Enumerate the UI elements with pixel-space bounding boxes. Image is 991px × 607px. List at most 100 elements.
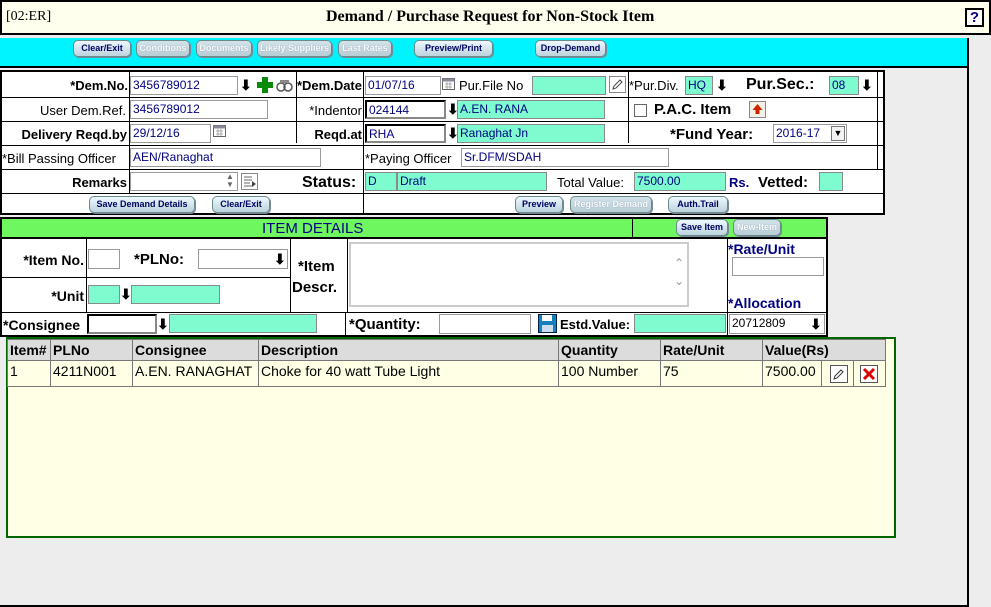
allocation-label: *Allocation [728,295,802,311]
table-row-plno: 4211N001 [51,361,133,387]
preview-button[interactable]: Preview [515,196,563,213]
save-demand-button[interactable]: Save Demand Details [89,196,195,213]
col-quantity: Quantity [559,340,661,361]
status-code-field: D [365,172,397,191]
status-label: Status: [302,174,357,191]
dem-no-input[interactable]: 3456789012 [130,76,238,95]
upload-icon[interactable] [749,101,766,118]
delivery-input[interactable]: 29/12/16 [130,124,211,143]
currency-label: Rs. [729,175,750,190]
remarks-expand-icon[interactable] [241,173,258,190]
auth-trail-button[interactable]: Auth.Trail [668,196,728,213]
indentor-dropdown-icon[interactable]: ⬇ [447,101,459,117]
add-icon[interactable] [257,77,273,93]
remarks-label: Remarks [72,175,127,190]
total-value-label: Total Value: [557,175,624,190]
unit-name-field [131,285,220,304]
item-no-input[interactable] [88,249,120,269]
new-item-button[interactable]: New-Item [733,219,781,236]
delete-row-icon[interactable] [860,365,878,383]
item-descr-label-1: *Item [298,258,335,275]
help-button[interactable]: ? [965,8,984,27]
items-table: Item# PLNo Consignee Description Quantit… [7,339,886,387]
allocation-dropdown-icon[interactable]: ⬇ [810,316,822,332]
unit-input[interactable] [88,285,120,304]
conditions-button[interactable]: Conditions [136,40,190,57]
pur-div-dropdown-icon[interactable]: ⬇ [716,77,728,93]
unit-dropdown-icon[interactable]: ⬇ [120,286,132,302]
pur-sec-label: Pur.Sec.: [746,76,815,93]
save-item-button[interactable]: Save Item [676,219,728,236]
dem-no-dropdown-icon[interactable]: ⬇ [240,77,252,93]
item-descr-label-2: Descr. [292,279,338,296]
consignee-dropdown-icon[interactable]: ⬇ [157,316,169,332]
view-icon[interactable] [276,77,293,93]
preview-print-button[interactable]: Preview/Print [414,40,493,57]
col-rate-unit: Rate/Unit [661,340,763,361]
bill-officer-input[interactable]: AEN/Ranaghat [130,148,321,167]
clear-exit-2-button[interactable]: Clear/Exit [212,196,270,213]
save-disk-icon[interactable] [538,314,557,333]
indentor-name-field: A.EN. RANA [457,100,605,119]
pur-sec-input[interactable]: 08 [829,76,859,95]
estd-value-field [634,314,726,333]
user-dem-ref-label: User Dem.Ref. [40,103,126,118]
last-rates-button[interactable]: Last Rates [338,40,392,57]
bill-officer-label: *Bill Passing Officer [2,151,116,166]
register-demand-button[interactable]: Register Demand [570,196,652,213]
scroll-strip[interactable] [967,38,991,607]
pur-file-label: Pur.File No [459,78,524,93]
edit-icon[interactable] [609,76,626,93]
reqd-at-label: Reqd.at [314,127,362,142]
pac-checkbox[interactable] [634,104,647,117]
estd-value-label: Estd.Value: [560,317,631,332]
rate-unit-input[interactable] [732,257,824,276]
documents-button[interactable]: Documents [196,40,252,57]
fund-year-label: *Fund Year: [670,126,754,143]
unit-label: *Unit [51,288,84,304]
drop-demand-button[interactable]: Drop-Demand [535,40,606,57]
plno-dropdown-icon[interactable]: ⬇ [274,251,286,267]
remarks-input[interactable] [130,172,238,191]
table-row-rate: 75 [661,361,763,387]
likely-suppliers-button[interactable]: Likely Suppliers [257,40,332,57]
indentor-code-input[interactable]: 024144 [365,100,446,119]
table-row-value: 7500.00 [763,361,822,387]
clear-exit-button[interactable]: Clear/Exit [73,40,131,57]
item-no-label: *Item No. [23,252,84,268]
dem-no-label: *Dem.No. [70,78,128,93]
col-item-no: Item# [8,340,51,361]
user-dem-ref-input[interactable]: 3456789012 [130,100,268,119]
table-row-quantity: 100 Number [559,361,661,387]
fund-year-select[interactable]: 2016-17 ▼ [773,124,847,143]
window-code: [02:ER] [6,9,52,24]
pur-sec-dropdown-icon[interactable]: ⬇ [861,77,873,93]
descr-scroll-icon[interactable]: ⌃ ⌄ [672,254,686,294]
reqd-at-code-input[interactable]: RHA [365,124,446,143]
chevron-down-icon: ▼ [831,126,845,141]
col-plno: PLNo [51,340,133,361]
quantity-input[interactable] [439,314,531,334]
consignee-label: *Consignee [3,317,81,333]
consignee-name-field [169,314,317,333]
edit-row-icon[interactable] [830,365,848,383]
col-description: Description [259,340,559,361]
delivery-label: Delivery Reqd.by [21,127,128,142]
remarks-spinner-icon[interactable]: ▲ ▼ [224,173,236,190]
paying-officer-label: *Paying Officer [365,151,452,166]
pur-div-input[interactable]: HQ [685,76,713,95]
item-details-title: ITEM DETAILS [262,220,364,237]
consignee-input[interactable] [87,314,157,334]
rate-unit-label: *Rate/Unit [728,241,795,257]
dem-date-input[interactable]: 01/07/16 [365,76,441,95]
table-row-description: Choke for 40 watt Tube Light [259,361,559,387]
reqd-at-dropdown-icon[interactable]: ⬇ [447,125,459,141]
vetted-label: Vetted: [758,174,809,191]
paying-officer-input[interactable]: Sr.DFM/SDAH [461,148,669,167]
col-consignee: Consignee [133,340,259,361]
item-descr-textarea[interactable] [349,242,689,307]
delivery-calendar-icon[interactable] [213,124,226,137]
table-row-consignee: A.EN. RANAGHAT [133,361,259,387]
pur-file-input[interactable] [532,76,606,95]
calendar-icon[interactable] [442,77,455,90]
